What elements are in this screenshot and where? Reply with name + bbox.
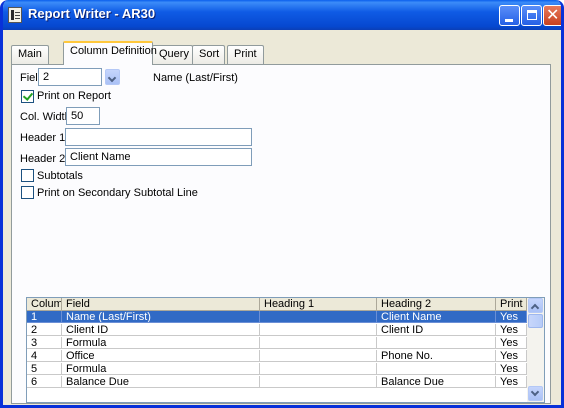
header2-input[interactable]: Client Name [65,148,252,166]
grid-cell[interactable]: Client Name [377,311,496,323]
col-width-input[interactable]: 50 [66,107,100,125]
grid-cell[interactable]: Yes [496,350,527,362]
grid-header-print[interactable]: Print [496,298,527,311]
title-bar[interactable]: Report Writer - AR30 ✕ [3,0,561,30]
header1-input[interactable] [65,128,252,146]
scroll-down-icon [530,387,540,397]
grid-cell[interactable]: 2 [27,324,62,336]
print-on-report-checkbox[interactable] [21,90,34,103]
subtotals-label: Subtotals [37,170,83,182]
header2-label: Header 2: [20,153,69,165]
grid-header-heading1[interactable]: Heading 1 [260,298,377,311]
header1-label: Header 1: [20,132,69,144]
grid-cell[interactable] [377,337,496,349]
field-select[interactable]: 2 [38,68,102,86]
grid-cell[interactable]: Name (Last/First) [62,311,260,323]
tab-print[interactable]: Print [227,45,264,64]
grid-cell[interactable]: Client ID [377,324,496,336]
grid-cell[interactable] [260,363,377,375]
grid-cell[interactable]: Yes [496,311,527,323]
field-name: Name (Last/First) [153,72,238,84]
secondary-subtotal-checkbox[interactable] [21,186,34,199]
print-on-report-label: Print on Report [37,90,111,102]
tab-column-definition[interactable]: Column Definition [63,41,157,65]
grid-cell[interactable]: 1 [27,311,62,323]
scroll-down-button[interactable] [528,386,543,401]
grid-cell[interactable]: Formula [62,337,260,349]
grid-cell[interactable]: 3 [27,337,62,349]
minimize-icon [505,19,513,22]
maximize-icon [527,10,537,20]
field-dropdown-button[interactable] [105,69,120,85]
grid-cell[interactable]: Yes [496,324,527,336]
scroll-thumb[interactable] [528,314,543,328]
grid-cell[interactable]: Client ID [62,324,260,336]
tab-sort[interactable]: Sort [192,45,225,64]
grid-header-column[interactable]: Column [27,298,62,311]
subtotals-checkbox[interactable] [21,169,34,182]
grid-vertical-scrollbar[interactable] [527,298,544,402]
app-icon [8,7,22,23]
grid-cell[interactable]: Office [62,350,260,362]
tab-query[interactable]: Query [152,45,193,64]
minimize-button[interactable] [499,5,520,26]
window-title: Report Writer - AR30 [28,6,156,21]
grid-cell[interactable]: Balance Due [377,376,496,388]
maximize-button[interactable] [521,5,542,26]
grid-cell[interactable]: 4 [27,350,62,362]
columns-grid[interactable]: Column Field Heading 1 Heading 2 Print 1… [26,297,545,403]
tab-main[interactable]: Main [11,45,49,64]
grid-cell[interactable]: Yes [496,337,527,349]
grid-cell[interactable]: Balance Due [62,376,260,388]
secondary-subtotal-label: Print on Secondary Subtotal Line [37,187,198,199]
scroll-up-icon [530,303,540,313]
field-select-value: 2 [43,71,50,83]
close-button[interactable]: ✕ [543,5,561,26]
scroll-up-button[interactable] [528,298,543,313]
grid-cell[interactable]: Yes [496,363,527,375]
grid-cell[interactable]: 6 [27,376,62,388]
grid-cell[interactable] [260,376,377,388]
grid-cell[interactable] [260,311,377,323]
dropdown-arrow-icon [107,73,117,83]
grid-cell[interactable]: 5 [27,363,62,375]
report-writer-window: Report Writer - AR30 ✕ Main Column Defin… [0,0,564,408]
close-icon: ✕ [546,5,560,24]
grid-cell[interactable]: Phone No. [377,350,496,362]
grid-cell[interactable] [260,324,377,336]
grid-cell[interactable] [260,337,377,349]
grid-header-field[interactable]: Field [62,298,260,311]
grid-cell[interactable]: Yes [496,376,527,388]
grid-cell[interactable] [260,350,377,362]
grid-cell[interactable]: Formula [62,363,260,375]
grid-header-heading2[interactable]: Heading 2 [377,298,496,311]
grid-cell[interactable] [377,363,496,375]
